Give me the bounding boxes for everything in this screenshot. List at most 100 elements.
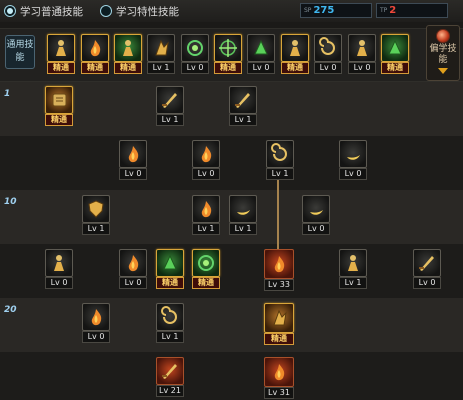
side-skills-label: 偏学技能 (429, 44, 457, 65)
green-blade-icon (156, 249, 184, 277)
skill-slot[interactable]: 精通 (381, 34, 409, 74)
claw-icon (119, 249, 147, 277)
uppercut-icon (45, 249, 73, 277)
skill-slot[interactable]: Lv 1 (147, 34, 175, 74)
green-orb-icon (192, 249, 220, 277)
whirl-icon (156, 303, 184, 331)
skill-slot[interactable]: Lv 1 (229, 86, 257, 126)
shield-icon (82, 195, 110, 223)
mastered-badge: 精通 (214, 62, 242, 74)
skill-slot[interactable]: Lv 1 (156, 86, 184, 126)
target-ring-icon (181, 34, 209, 62)
kick-icon (119, 140, 147, 168)
skill-slot[interactable]: Lv 31 (264, 357, 294, 399)
skill-level: Lv 1 (266, 168, 294, 180)
skill-slot[interactable]: 精通 (114, 34, 142, 74)
skill-level: Lv 0 (339, 168, 367, 180)
skill-slot[interactable]: Lv 0 (119, 140, 147, 180)
slash-icon (229, 195, 257, 223)
skill-level: Lv 0 (45, 277, 73, 289)
skill-slot[interactable]: 精通 (45, 86, 73, 126)
skill-level: Lv 1 (192, 223, 220, 235)
general-skills-label: 通用技能 (5, 35, 35, 69)
spin-kick-icon (339, 249, 367, 277)
sprint-icon (114, 34, 142, 62)
skill-slot[interactable]: Lv 0 (247, 34, 275, 74)
skill-slot[interactable]: Lv 33 (264, 249, 294, 291)
skill-level: Lv 21 (156, 385, 184, 397)
tab-label: 学习特性技能 (116, 5, 179, 18)
skill-slot[interactable]: Lv 0 (181, 34, 209, 74)
fire-pit-icon (82, 303, 110, 331)
tab-trait-skills[interactable]: 学习特性技能 (100, 3, 179, 19)
skill-slot[interactable]: 精通 (214, 34, 242, 74)
skill-level: Lv 1 (156, 331, 184, 343)
top-bar: 学习普通技能 学习特性技能 SP 275 TP 2 (0, 0, 463, 22)
skill-slot[interactable]: Lv 0 (192, 140, 220, 180)
skill-level: Lv 0 (314, 62, 342, 74)
skill-level: Lv 1 (156, 114, 184, 126)
mastered-badge: 精通 (114, 62, 142, 74)
multi-strike-icon (264, 303, 294, 333)
skill-slot[interactable]: Lv 0 (119, 249, 147, 289)
skill-slot[interactable]: Lv 0 (413, 249, 441, 289)
skill-slot[interactable]: Lv 1 (339, 249, 367, 289)
crescent-icon (339, 140, 367, 168)
skill-slot[interactable]: Lv 1 (266, 140, 294, 180)
side-skills-button[interactable]: 偏学技能 (426, 25, 460, 81)
skill-slot[interactable]: 精通 (47, 34, 75, 74)
green-creature-icon (247, 34, 275, 62)
skill-slot[interactable]: 精通 (281, 34, 309, 74)
skill-level: Lv 0 (302, 223, 330, 235)
sp-label: SP (304, 7, 312, 14)
level-mark: 10 (4, 197, 17, 207)
red-orb-icon (436, 29, 450, 43)
scroll-icon (45, 86, 73, 114)
mastered-badge: 精通 (45, 114, 73, 126)
arrow-rain-icon (156, 357, 184, 385)
dash-icon (266, 140, 294, 168)
skill-level: Lv 0 (413, 277, 441, 289)
guard-pose-icon (281, 34, 309, 62)
crosshair-icon (214, 34, 242, 62)
tp-counter: TP 2 (376, 3, 448, 18)
golden-figure-icon (348, 34, 376, 62)
skill-slot[interactable]: Lv 0 (348, 34, 376, 74)
fire-stance-icon (81, 34, 109, 62)
skill-slot[interactable]: 精通 (81, 34, 109, 74)
spiral-icon (314, 34, 342, 62)
level-mark: 20 (4, 305, 17, 315)
tab-normal-skills[interactable]: 学习普通技能 (4, 3, 83, 19)
mastered-badge: 精通 (47, 62, 75, 74)
skill-slot[interactable]: Lv 0 (82, 303, 110, 343)
skill-level: Lv 1 (229, 223, 257, 235)
level-mark: 1 (4, 89, 11, 99)
skill-slot[interactable]: Lv 1 (156, 303, 184, 343)
skill-level: Lv 1 (229, 114, 257, 126)
tree-row-band (0, 352, 463, 400)
skill-slot[interactable]: Lv 0 (302, 195, 330, 235)
skill-slot[interactable]: Lv 1 (82, 195, 110, 235)
fireball-icon (192, 140, 220, 168)
skill-slot[interactable]: 精通 (156, 249, 184, 289)
skill-slot[interactable]: Lv 0 (339, 140, 367, 180)
skill-level: Lv 0 (119, 277, 147, 289)
skill-slot[interactable]: Lv 21 (156, 357, 184, 397)
dagger-icon (156, 86, 184, 114)
mastered-badge: 精通 (156, 277, 184, 289)
sword-icon (229, 86, 257, 114)
mastered-badge: 精通 (192, 277, 220, 289)
skill-slot[interactable]: Lv 0 (45, 249, 73, 289)
skill-slot[interactable]: Lv 1 (229, 195, 257, 235)
skill-slot[interactable]: Lv 1 (192, 195, 220, 235)
skill-slot[interactable]: 精通 (192, 249, 220, 289)
skill-level: Lv 31 (264, 387, 294, 399)
mastered-badge: 精通 (264, 333, 294, 345)
tp-value: 2 (389, 5, 397, 16)
mastered-badge: 精通 (81, 62, 109, 74)
radio-selected-icon (4, 5, 16, 17)
sp-value: 275 (313, 5, 335, 16)
skill-level: Lv 1 (339, 277, 367, 289)
skill-slot[interactable]: Lv 0 (314, 34, 342, 74)
skill-slot[interactable]: 精通 (264, 303, 294, 345)
